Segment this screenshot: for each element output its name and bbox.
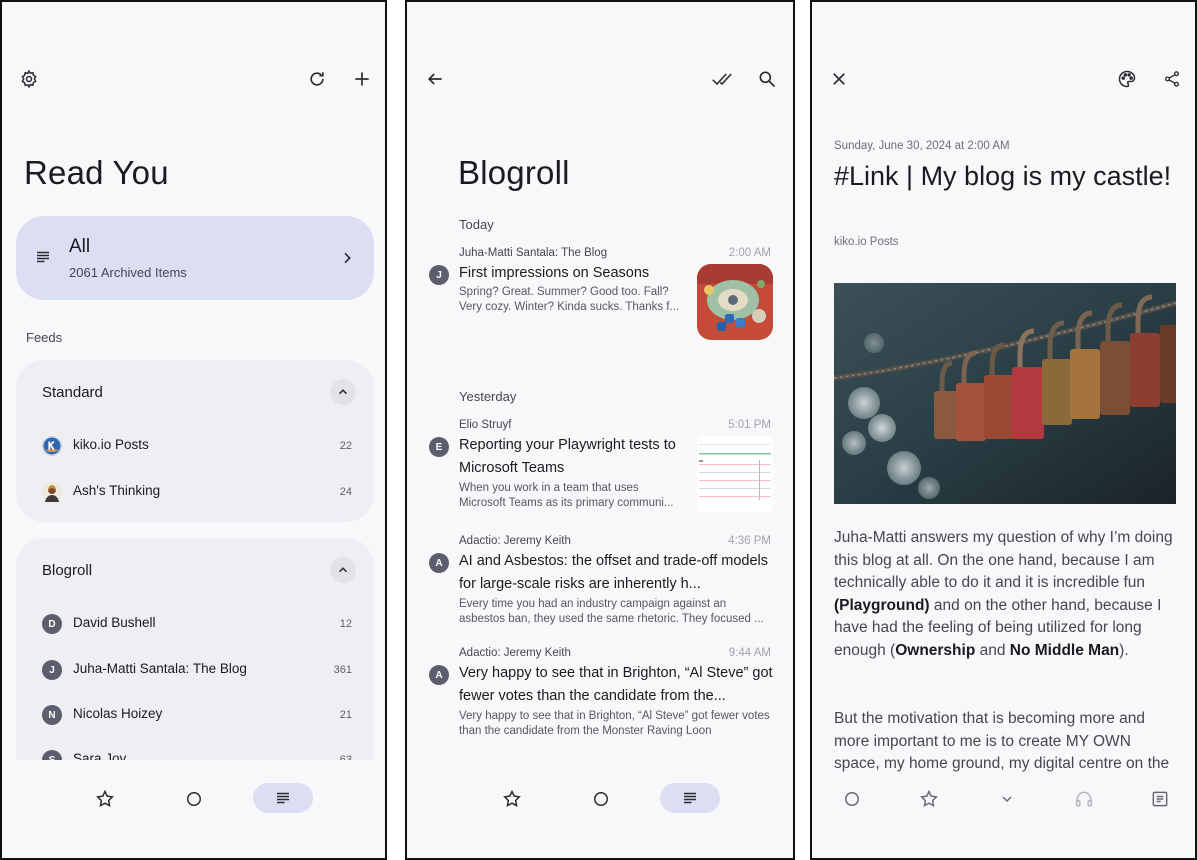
article-time: 9:44 AM bbox=[728, 647, 771, 659]
back-arrow-icon[interactable] bbox=[422, 66, 448, 92]
list-icon bbox=[32, 246, 54, 268]
all-filter-button[interactable] bbox=[253, 783, 313, 813]
article-image bbox=[834, 283, 1176, 504]
article-title: Reporting your Playwright tests to Micro… bbox=[459, 437, 676, 476]
article-thumbnail bbox=[697, 436, 773, 512]
feed-name: Ash's Thinking bbox=[73, 483, 161, 498]
headphones-icon[interactable] bbox=[1071, 786, 1097, 812]
list-icon bbox=[677, 787, 703, 809]
article-title: First impressions on Seasons bbox=[459, 265, 650, 281]
feed-name: Juha-Matti Santala: The Blog bbox=[73, 661, 247, 676]
feeds-section-label: Feeds bbox=[26, 330, 63, 345]
collapse-group-button[interactable] bbox=[330, 379, 356, 405]
chevron-right-icon bbox=[336, 247, 358, 269]
article-title: #Link | My blog is my castle! bbox=[834, 161, 1172, 191]
article-date: Sunday, June 30, 2024 at 2:00 AM bbox=[834, 140, 1010, 152]
unread-count: 21 bbox=[339, 709, 352, 721]
article-description: Every time you had an industry campaign … bbox=[459, 598, 764, 625]
share-icon[interactable] bbox=[1159, 66, 1185, 92]
article-feed-name: kiko.io Posts bbox=[834, 236, 899, 248]
chevron-up-icon bbox=[338, 567, 348, 573]
unread-count: 361 bbox=[333, 664, 352, 676]
article-source: Adactio: Jeremy Keith bbox=[459, 535, 571, 547]
feed-item[interactable]: D David Bushell 12 bbox=[42, 613, 356, 635]
article-time: 2:00 AM bbox=[728, 247, 771, 259]
star-icon[interactable] bbox=[916, 786, 942, 812]
article-source: Adactio: Jeremy Keith bbox=[459, 647, 571, 659]
bottom-filter-bar bbox=[407, 760, 793, 858]
unread-count: 22 bbox=[339, 440, 352, 452]
article-title: AI and Asbestos: the offset and trade-of… bbox=[459, 553, 768, 592]
all-items-card[interactable]: All 2061 Archived Items bbox=[16, 216, 374, 300]
starred-filter-icon[interactable] bbox=[499, 786, 525, 812]
feed-avatar bbox=[42, 482, 62, 502]
feed-name: kiko.io Posts bbox=[73, 437, 149, 452]
starred-filter-icon[interactable] bbox=[92, 786, 118, 812]
bottom-filter-bar bbox=[2, 760, 385, 858]
article-description: Very happy to see that in Brighton, “Al … bbox=[459, 710, 770, 737]
article-description: Spring? Great. Summer? Good too. Fall? V… bbox=[459, 286, 680, 313]
article-source: Elio Struyf bbox=[459, 419, 512, 431]
article-thumbnail bbox=[697, 264, 773, 340]
feed-avatar: N bbox=[42, 705, 62, 725]
feed-group-standard: Standard kiko.io Posts 22 Ash's Thinking… bbox=[16, 360, 374, 522]
article-avatar: A bbox=[429, 553, 449, 573]
list-icon bbox=[270, 787, 296, 809]
group-title: Blogroll bbox=[42, 562, 93, 579]
feed-name: David Bushell bbox=[73, 615, 156, 630]
unread-filter-icon[interactable] bbox=[588, 786, 614, 812]
close-icon[interactable] bbox=[826, 66, 852, 92]
article-item[interactable]: E Elio Struyf 5:01 PM Reporting your Pla… bbox=[429, 419, 775, 519]
add-icon[interactable] bbox=[349, 66, 375, 92]
unread-count: 24 bbox=[339, 486, 352, 498]
refresh-icon[interactable] bbox=[304, 66, 330, 92]
reader-action-bar bbox=[812, 774, 1195, 858]
article-item[interactable]: A Adactio: Jeremy Keith 4:36 PM AI and A… bbox=[429, 535, 775, 635]
article-source: Juha-Matti Santala: The Blog bbox=[459, 247, 608, 259]
collapse-group-button[interactable] bbox=[330, 557, 356, 583]
reader-screen: Sunday, June 30, 2024 at 2:00 AM #Link |… bbox=[810, 0, 1197, 860]
article-avatar: E bbox=[429, 437, 449, 457]
feed-item[interactable]: kiko.io Posts 22 bbox=[42, 435, 356, 457]
group-title: Standard bbox=[42, 384, 103, 401]
mark-all-read-icon[interactable] bbox=[709, 66, 735, 92]
article-paragraph: Juha-Matti answers my question of why I’… bbox=[834, 529, 1173, 659]
article-list-screen: Blogroll Today J Juha-Matti Santala: The… bbox=[405, 0, 795, 860]
article-title: Very happy to see that in Brighton, “Al … bbox=[459, 665, 773, 704]
chevron-up-icon bbox=[338, 389, 348, 395]
mark-unread-icon[interactable] bbox=[839, 786, 865, 812]
all-items-title: All bbox=[69, 236, 91, 257]
feed-avatar: D bbox=[42, 614, 62, 634]
article-item[interactable]: A Adactio: Jeremy Keith 9:44 AM Very hap… bbox=[429, 647, 775, 747]
article-view-icon[interactable] bbox=[1147, 786, 1173, 812]
chevron-down-icon[interactable] bbox=[994, 786, 1020, 812]
all-filter-button[interactable] bbox=[660, 783, 720, 813]
feed-item[interactable]: J Juha-Matti Santala: The Blog 361 bbox=[42, 659, 356, 681]
day-header: Today bbox=[459, 217, 494, 232]
feed-avatar bbox=[42, 436, 62, 456]
article-description: When you work in a team that uses Micros… bbox=[459, 482, 674, 509]
unread-filter-icon[interactable] bbox=[181, 786, 207, 812]
article-time: 4:36 PM bbox=[728, 535, 771, 547]
archived-count: 2061 Archived Items bbox=[69, 265, 187, 280]
day-header: Yesterday bbox=[459, 389, 517, 404]
settings-icon[interactable] bbox=[16, 66, 42, 92]
article-avatar: A bbox=[429, 665, 449, 685]
article-time: 5:01 PM bbox=[728, 419, 771, 431]
feed-avatar: J bbox=[42, 660, 62, 680]
feed-name: Nicolas Hoizey bbox=[73, 706, 163, 721]
unread-count: 12 bbox=[339, 618, 352, 630]
feed-item[interactable]: Ash's Thinking 24 bbox=[42, 481, 356, 503]
search-icon[interactable] bbox=[754, 66, 780, 92]
feed-item[interactable]: N Nicolas Hoizey 21 bbox=[42, 704, 356, 726]
article-avatar: J bbox=[429, 265, 449, 285]
page-title: Blogroll bbox=[458, 154, 570, 191]
article-item[interactable]: J Juha-Matti Santala: The Blog 2:00 AM F… bbox=[429, 247, 775, 347]
feed-group-blogroll: Blogroll D David Bushell 12 J Juha-Matti… bbox=[16, 538, 374, 798]
feeds-screen: Read You All 2061 Archived Items Feeds S… bbox=[0, 0, 387, 860]
page-title: Read You bbox=[24, 154, 169, 191]
palette-icon[interactable] bbox=[1114, 66, 1140, 92]
